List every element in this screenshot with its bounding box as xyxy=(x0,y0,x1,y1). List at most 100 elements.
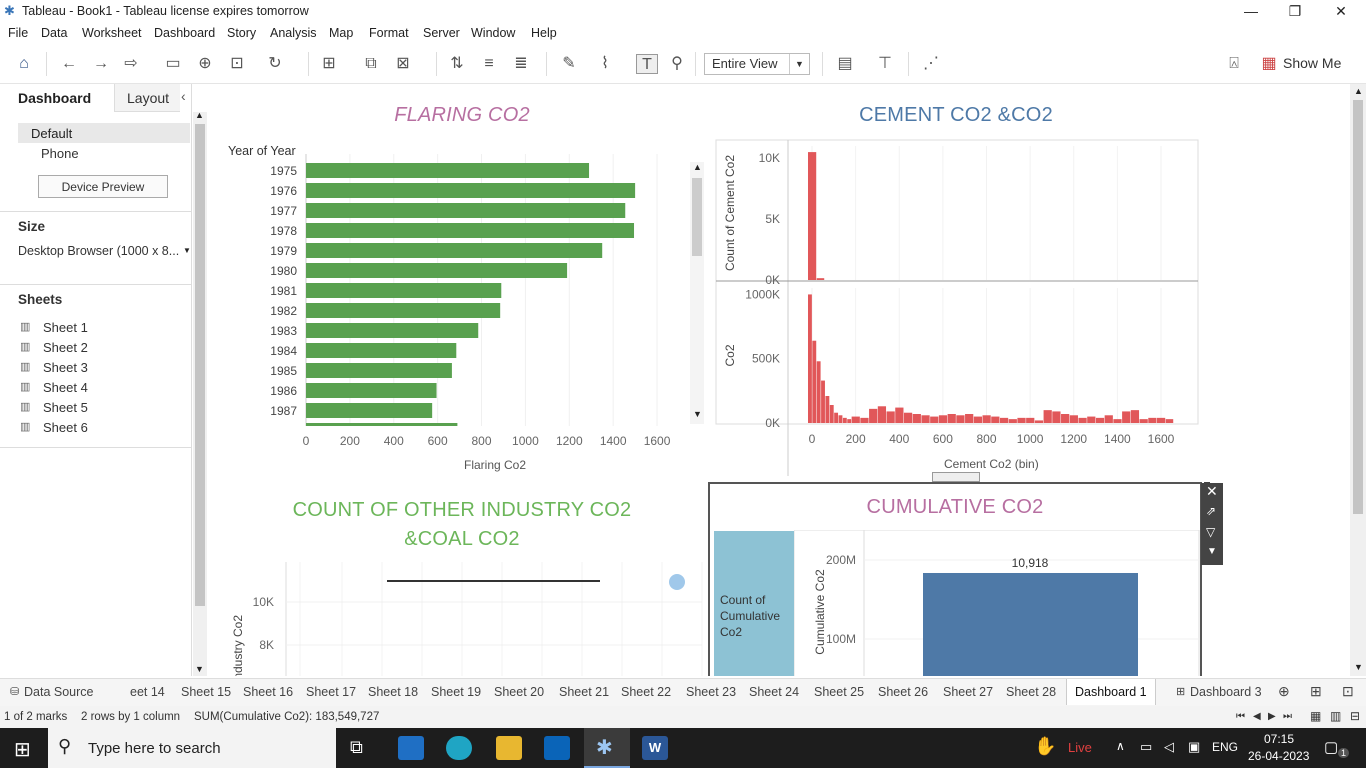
sheet-tab[interactable]: Sheet 22 xyxy=(621,685,671,699)
cement-bar[interactable] xyxy=(847,419,852,423)
cement-bar[interactable] xyxy=(812,340,817,423)
cement-bar[interactable] xyxy=(956,415,965,423)
scrollbar-thumb[interactable] xyxy=(195,124,205,606)
cement-bar[interactable] xyxy=(1148,417,1157,423)
word-icon[interactable]: W xyxy=(642,736,668,760)
cement-bar[interactable] xyxy=(860,417,869,423)
tab-data-source[interactable]: Data Source xyxy=(24,685,93,699)
sheet-tab[interactable]: Sheet 25 xyxy=(814,685,864,699)
save-icon[interactable]: ▭ xyxy=(162,54,184,74)
cement-bar[interactable] xyxy=(1095,417,1105,423)
cement-bar[interactable] xyxy=(1113,419,1122,423)
cement-bar[interactable] xyxy=(829,405,834,423)
prev-sheet-icon[interactable]: ◀ xyxy=(1253,711,1261,722)
filter-icon[interactable]: ▽ xyxy=(1206,525,1215,539)
menu-server[interactable]: Server xyxy=(423,26,460,40)
last-sheet-icon[interactable]: ⏭ xyxy=(1283,711,1292,722)
cement-bar[interactable] xyxy=(877,406,887,423)
new-dashboard-icon[interactable]: ⊞ xyxy=(1310,683,1322,700)
clear-sheet-icon[interactable]: ⊠ xyxy=(392,54,414,74)
flaring-bar[interactable] xyxy=(306,223,635,238)
store-icon[interactable] xyxy=(398,736,424,760)
close-button[interactable]: ✕ xyxy=(1318,0,1364,23)
sheet-tab[interactable]: Sheet 19 xyxy=(431,685,481,699)
menu-dashboard[interactable]: Dashboard xyxy=(154,26,215,40)
network-icon[interactable]: ▭ xyxy=(1140,739,1152,755)
industry-mark[interactable] xyxy=(669,574,685,590)
menu-story[interactable]: Story xyxy=(227,26,256,40)
cement-bar[interactable] xyxy=(834,412,839,423)
sheet-tab[interactable]: Sheet 17 xyxy=(306,685,356,699)
cement-bar[interactable] xyxy=(842,417,847,423)
resize-handle[interactable] xyxy=(932,472,980,482)
windows-start-icon[interactable]: ⊞ xyxy=(14,737,31,762)
sheet-tab[interactable]: eet 14 xyxy=(130,685,165,699)
highlight-icon[interactable]: ✎ xyxy=(558,54,580,74)
cement-bar[interactable] xyxy=(1061,414,1070,423)
cement-bar[interactable] xyxy=(1104,415,1113,423)
format-painter-icon[interactable]: ⍓ xyxy=(1223,54,1245,74)
cement-bar[interactable] xyxy=(973,416,982,423)
refresh-icon[interactable]: ↻ xyxy=(264,54,286,74)
cement-bar[interactable] xyxy=(1034,420,1044,423)
chevron-down-icon[interactable]: ▼ xyxy=(183,246,191,255)
cement-bar[interactable] xyxy=(895,407,904,423)
flaring-scrollbar[interactable]: ▲ ▼ xyxy=(690,162,704,424)
chevron-up-icon[interactable]: ∧ xyxy=(1116,739,1125,753)
menu-help[interactable]: Help xyxy=(531,26,557,40)
cement-bar[interactable] xyxy=(1026,417,1035,423)
new-worksheet-icon[interactable]: ⊞ xyxy=(318,54,340,74)
tab-layout[interactable]: Layout xyxy=(114,84,180,112)
flaring-bar[interactable] xyxy=(306,363,452,378)
cement-bar[interactable] xyxy=(938,415,948,423)
menu-analysis[interactable]: Analysis xyxy=(270,26,317,40)
sheet-tab[interactable]: Sheet 28 xyxy=(1006,685,1056,699)
presentation-mode-icon[interactable]: ⊤ xyxy=(874,54,896,74)
scroll-down-icon[interactable]: ▼ xyxy=(195,664,204,674)
language-indicator[interactable]: ENG xyxy=(1212,740,1238,754)
cement-bar[interactable] xyxy=(1130,410,1140,423)
tab-dashboard-1-active[interactable]: Dashboard 1 xyxy=(1066,679,1156,705)
flaring-bar[interactable] xyxy=(306,383,437,398)
cement-bar[interactable] xyxy=(1043,410,1052,423)
menu-data[interactable]: Data xyxy=(41,26,67,40)
new-data-source-icon[interactable]: ⊕ xyxy=(194,54,216,74)
fix-axes-icon[interactable]: ⚲ xyxy=(666,54,688,74)
tableau-taskbar-button[interactable]: ✱ xyxy=(584,728,630,768)
flaring-bar[interactable] xyxy=(306,323,479,338)
notification-icon[interactable]: ▢ xyxy=(1324,738,1338,756)
cement-bar[interactable] xyxy=(999,417,1009,423)
cumulative-bar[interactable] xyxy=(923,572,1138,676)
flaring-bar[interactable] xyxy=(306,303,501,318)
sheet-item[interactable]: Sheet 4 xyxy=(43,380,88,395)
first-sheet-icon[interactable]: ⏮ xyxy=(1236,711,1245,722)
filmstrip-icon[interactable]: ▥ xyxy=(1330,709,1341,723)
task-view-icon[interactable]: ⧉ xyxy=(350,737,363,758)
sort-ascending-icon[interactable]: ≡ xyxy=(478,54,500,74)
menu-file[interactable]: File xyxy=(8,26,28,40)
sheet-tab[interactable]: Sheet 15 xyxy=(181,685,231,699)
sheet-tab[interactable]: Sheet 16 xyxy=(243,685,293,699)
minimize-button[interactable]: — xyxy=(1228,0,1274,23)
volume-icon[interactable]: ◁ xyxy=(1164,739,1174,755)
device-preview-button[interactable]: Device Preview xyxy=(38,175,168,198)
cement-bar[interactable] xyxy=(816,278,825,280)
sheet-tab[interactable]: Sheet 23 xyxy=(686,685,736,699)
cement-bar[interactable] xyxy=(1017,417,1026,423)
flaring-bar[interactable] xyxy=(306,343,457,358)
new-worksheet-icon[interactable]: ⊕ xyxy=(1278,683,1290,700)
flaring-bar[interactable] xyxy=(306,403,433,418)
file-explorer-icon[interactable] xyxy=(496,736,522,760)
scroll-down-icon[interactable]: ▼ xyxy=(693,409,702,419)
sheet-tab[interactable]: Dashboard 3 xyxy=(1190,685,1262,699)
mail-icon[interactable] xyxy=(544,736,570,760)
flaring-bar[interactable] xyxy=(306,183,636,198)
cement-bar[interactable] xyxy=(903,412,913,423)
show-me-icon[interactable]: ▦ xyxy=(1258,54,1280,74)
group-members-icon[interactable]: ⌇ xyxy=(594,54,616,74)
cement-bar[interactable] xyxy=(982,415,991,423)
dashboard-scrollbar[interactable]: ▲ ▼ xyxy=(1350,84,1366,676)
more-options-icon[interactable]: ▼ xyxy=(1207,546,1217,557)
flaring-bar[interactable] xyxy=(306,163,590,178)
share-icon[interactable]: ⋰ xyxy=(920,54,942,74)
